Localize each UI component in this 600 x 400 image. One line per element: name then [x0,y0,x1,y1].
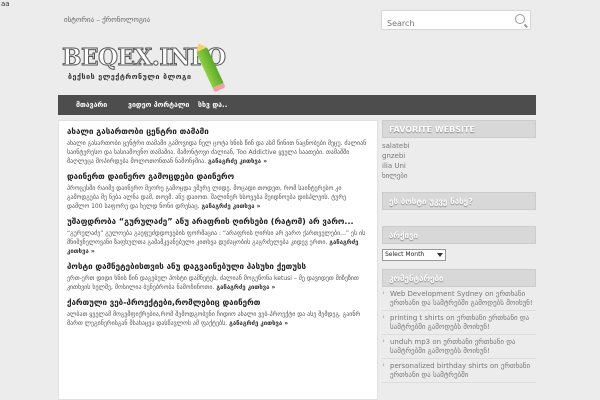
comment-item: › personalized birthday shirts on ერთხანი… [382,359,536,383]
search-input[interactable] [385,14,509,33]
widget-title-archive: არქივი [382,226,536,244]
widget-title-seen: ეს ბოსტი უკვე ნახე? [382,192,536,210]
top-bar: ისტორია – ქრონოლოგია [58,10,536,33]
search-box [381,10,531,33]
favorite-link[interactable]: ilia Uni [382,161,536,171]
nav-item-video[interactable]: ვიდეო პორტალი [128,95,189,115]
post-excerpt: ახალი გასართობი ცენტრი თამამი გამოვიდა ნ… [67,139,369,166]
nav-item-other[interactable]: სხვ და.. [198,95,227,115]
post: ახალი გასართობი ცენტრი თამამი ახალი გასა… [59,127,377,166]
post-excerpt-text: ერთ-ერთ დიდი ხნის წინ დაგებულ პოსტი დამნ… [67,275,359,291]
post: უშაფდრობა “გურულაძე” ანუ არაფრის ღირსები… [59,217,377,256]
post-excerpt-text: “გურულაძე” გულოება გაეფუძდდოვების ფორმაც… [67,230,366,246]
comment-bullet-icon: › [382,337,385,345]
main-nav: მთავარი ვიდეო პორტალი სხვ და.. [58,95,536,115]
post: ქართული ვებ-პროექტები,რომლებიც დაინერთ ა… [59,298,377,328]
nav-item-home[interactable]: მთავარი [76,95,107,115]
post-excerpt: ალბათ ყველამ მოგვმფიქრებია,რომ შემოდგობუ… [67,310,369,328]
posts-column: ახალი გასართობი ცენტრი თამამი ახალი გასა… [58,120,378,400]
comment-bullet-icon: › [382,313,385,321]
sidebar: FAVORITE WEBSITE salatebi gnzebi ilia Un… [382,120,536,400]
read-more-link[interactable]: განაგრძე კითხვა » [208,158,267,165]
favorite-link[interactable]: ხილები [382,171,536,181]
site-logo[interactable]: BEQEX.INFO ბექსის ელექტრონული ბლოგი [62,44,242,92]
logo-subtitle: ბექსის ელექტრონული ბლოგი [68,73,192,81]
widget-title-favorites: FAVORITE WEBSITE [382,120,536,138]
comment-item: › Web Development Sydney on ერთხანი ერთხა… [382,287,536,311]
breadcrumb[interactable]: ისტორია – ქრონოლოგია [64,16,150,24]
post-excerpt-text: ალბათ ყველამ მოგვმფიქრებია,რომ შემოდგობუ… [67,311,361,327]
archive-select[interactable]: Select Month [382,249,446,261]
post-title[interactable]: უშაფდრობა “გურულაძე” ანუ არაფრის ღირსები… [67,217,369,226]
chevron-down-icon [437,253,443,257]
comment-link[interactable]: unduh mp3 on ერთხანი ერთხანი და სამტრებშ… [390,338,515,355]
read-more-link[interactable]: განაგრძე კითხვა » [216,284,275,291]
post: დაინერთ დაინერო გამოცდები დაინერო პროცეს… [59,172,377,211]
comment-link[interactable]: personalized birthday shirts on ერთხანი … [390,362,530,379]
comment-link[interactable]: Web Development Sydney on ერთხანი ერთხან… [390,290,533,307]
post: პოსტი დამნეტებისთვის ანუ დაგვაინებული პა… [59,262,377,292]
read-more-link[interactable]: განაგრძე კითხვა » [201,203,260,210]
post-title[interactable]: ქართული ვებ-პროექტები,რომლებიც დაინერთ [67,298,369,307]
comment-bullet-icon: › [382,361,385,369]
comment-link[interactable]: printing t shirts on ერთხანი ერთხანი და … [390,314,529,331]
post-title[interactable]: პოსტი დამნეტებისთვის ანუ დაგვაინებული პა… [67,262,369,271]
top-text: aa [1,0,10,8]
post-title[interactable]: დაინერთ დაინერო გამოცდები დაინერო [67,172,369,181]
widget-title-comments: კომენტარები [382,269,536,287]
favorite-link[interactable]: salatebi [382,141,536,151]
post-title[interactable]: ახალი გასართობი ცენტრი თამამი [67,127,369,136]
comment-item: › printing t shirts on ერთხანი ერთხანი და… [382,311,536,335]
post-excerpt: “გურულაძე” გულოება გაეფუძდდოვების ფორმაც… [67,229,369,256]
read-more-link[interactable]: განაგრძე კითხვა » [229,320,288,327]
comment-bullet-icon: › [382,289,385,297]
favorite-link[interactable]: gnzebi [382,151,536,161]
favorites-list: salatebi gnzebi ilia Uni ხილები [382,138,536,184]
comment-item: › unduh mp3 on ერთხანი ერთხანი და სამტრებ… [382,335,536,359]
search-icon[interactable] [515,14,525,24]
post-excerpt: ერთ-ერთ დიდი ხნის წინ დაგებულ პოსტი დამნ… [67,274,369,292]
archive-select-value: Select Month [385,251,425,258]
post-excerpt: პროცესში რაიმე დაინერო მეორე გამოცდა ეშე… [67,184,369,211]
